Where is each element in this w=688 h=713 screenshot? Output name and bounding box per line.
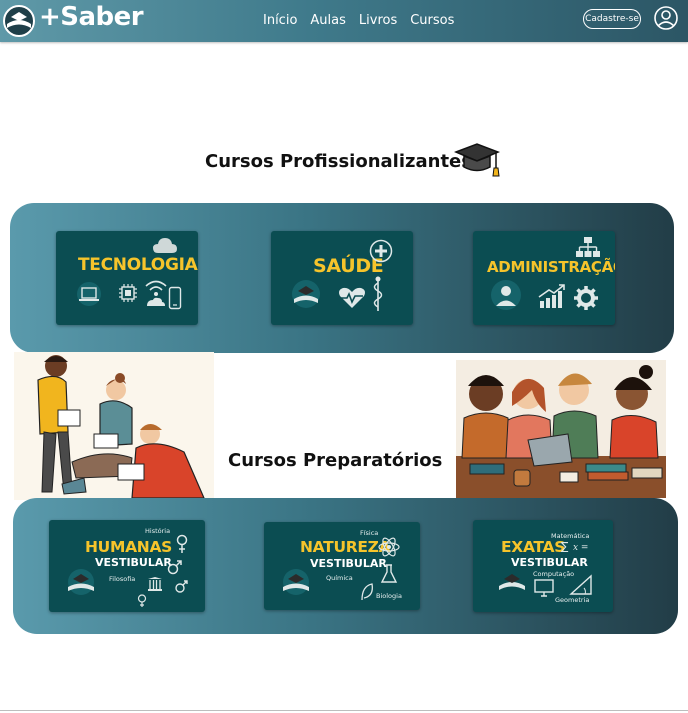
brand-name[interactable]: +Saber [39, 2, 144, 32]
card-title: HUMANAS [85, 538, 173, 556]
logo-icon[interactable] [2, 4, 36, 38]
card-title: EXATAS [501, 538, 566, 556]
nav-aulas[interactable]: Aulas [310, 13, 345, 28]
tag-quimica: Química [326, 574, 353, 582]
nav-cursos[interactable]: Cursos [410, 13, 454, 28]
gear-icon [574, 286, 598, 310]
students-studying-illustration [14, 352, 214, 500]
course-card-exatas[interactable]: EXATAS VESTIBULAR Matemática Computação … [473, 520, 613, 612]
heart-pulse-icon [339, 287, 365, 308]
card-subtitle: VESTIBULAR [310, 557, 387, 570]
phone-icon [168, 286, 182, 310]
book-icon [283, 569, 309, 595]
professional-courses-panel: TECNOLOGIA SAÚDE ADMINISTRAÇÃO [10, 203, 674, 353]
person-icon [491, 280, 521, 310]
venus-icon [176, 534, 188, 553]
book-icon [68, 569, 94, 595]
user-icon[interactable] [654, 6, 678, 30]
chart-icon [538, 284, 565, 308]
book-icon [292, 280, 320, 308]
book-icon [499, 574, 525, 590]
main-nav: Início Aulas Livros Cursos [263, 13, 467, 28]
tag-fisica: Física [360, 529, 379, 537]
atom-icon [378, 537, 400, 557]
preparatory-courses-panel: HUMANAS VESTIBULAR História Filosofia NA… [13, 498, 678, 634]
chip-icon [119, 284, 137, 302]
flask-icon [380, 564, 398, 583]
tag-filosofia: Filosofia [109, 575, 136, 583]
tag-computacao: Computação [533, 570, 575, 578]
monitor-icon [534, 579, 554, 597]
course-card-administracao[interactable]: ADMINISTRAÇÃO [473, 231, 615, 325]
course-card-saude[interactable]: SAÚDE [271, 231, 413, 325]
course-card-tecnologia[interactable]: TECNOLOGIA [56, 231, 198, 325]
laptop-icon [77, 282, 101, 306]
footer-divider [0, 710, 688, 711]
card-title: ADMINISTRAÇÃO [487, 258, 615, 276]
card-title: TECNOLOGIA [78, 255, 198, 275]
tag-matematica: Matemática [551, 532, 590, 540]
venus-icon-2 [137, 594, 147, 607]
leaf-icon [361, 583, 373, 601]
wifi-icon [145, 280, 167, 306]
triangle-ruler-icon [569, 574, 592, 595]
org-chart-icon [576, 237, 600, 257]
card-title: NATUREZA [300, 538, 391, 556]
mars-icon [167, 560, 182, 575]
signup-button[interactable]: Cadastre-se [583, 9, 641, 29]
professional-courses-title: Cursos Profissionalizantes [205, 151, 472, 172]
top-navbar: +Saber Início Aulas Livros Cursos Cadast… [0, 0, 688, 42]
mars-icon-2 [175, 580, 188, 593]
cloud-icon [153, 238, 177, 253]
course-card-humanas[interactable]: HUMANAS VESTIBULAR História Filosofia [49, 520, 205, 612]
tag-historia: História [145, 527, 171, 535]
card-subtitle: VESTIBULAR [511, 556, 588, 569]
svg-text:∑: ∑ [561, 540, 569, 552]
graduation-cap-icon [454, 143, 500, 177]
nav-inicio[interactable]: Início [263, 13, 297, 28]
card-subtitle: VESTIBULAR [95, 556, 172, 569]
group-studying-illustration [456, 360, 666, 498]
plus-icon [369, 239, 393, 263]
nav-livros[interactable]: Livros [359, 13, 397, 28]
svg-text:x =: x = [573, 543, 588, 552]
column-icon [148, 577, 162, 591]
preparatory-courses-title: Cursos Preparatórios [228, 450, 443, 471]
tag-biologia: Biologia [376, 592, 402, 600]
tag-geometria: Geometria [555, 596, 590, 604]
caduceus-icon [373, 276, 383, 311]
sigma-icon: ∑ x = [561, 540, 588, 552]
course-card-natureza[interactable]: NATUREZA VESTIBULAR Física Química Biolo… [264, 522, 420, 610]
